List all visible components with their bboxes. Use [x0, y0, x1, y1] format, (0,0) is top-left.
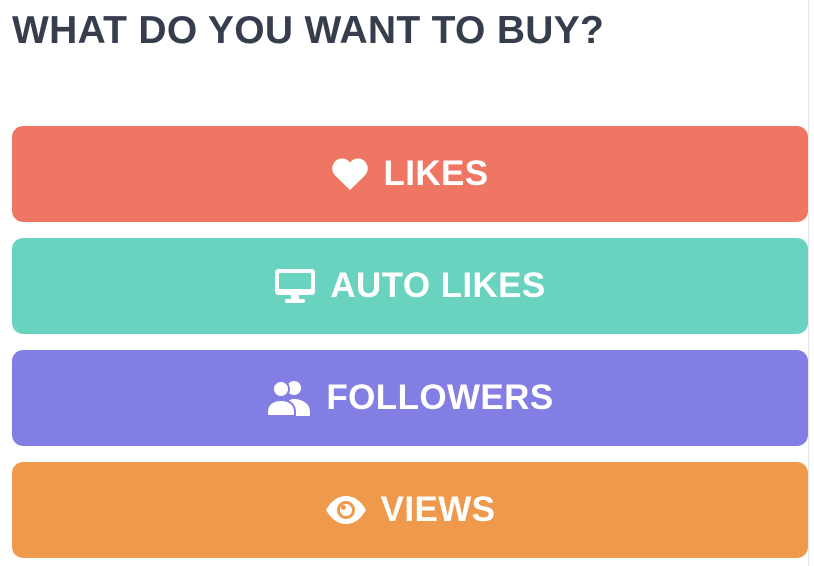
- likes-label: LIKES: [383, 154, 489, 193]
- likes-button[interactable]: LIKES: [12, 126, 808, 222]
- divider: [808, 0, 809, 566]
- eye-icon: [325, 495, 367, 525]
- purchase-options: LIKES AUTO LIKES FOLLOWERS VIEWS: [12, 126, 808, 558]
- followers-button[interactable]: FOLLOWERS: [12, 350, 808, 446]
- users-icon: [266, 379, 312, 417]
- page-title: WHAT DO YOU WANT TO BUY?: [12, 9, 605, 52]
- views-label: VIEWS: [380, 490, 496, 529]
- heart-icon: [331, 157, 369, 191]
- auto-likes-label: AUTO LIKES: [330, 266, 546, 305]
- followers-label: FOLLOWERS: [326, 378, 554, 417]
- monitor-icon: [274, 268, 316, 304]
- auto-likes-button[interactable]: AUTO LIKES: [12, 238, 808, 334]
- views-button[interactable]: VIEWS: [12, 462, 808, 558]
- page: WHAT DO YOU WANT TO BUY? LIKES AUTO LIKE…: [0, 0, 814, 566]
